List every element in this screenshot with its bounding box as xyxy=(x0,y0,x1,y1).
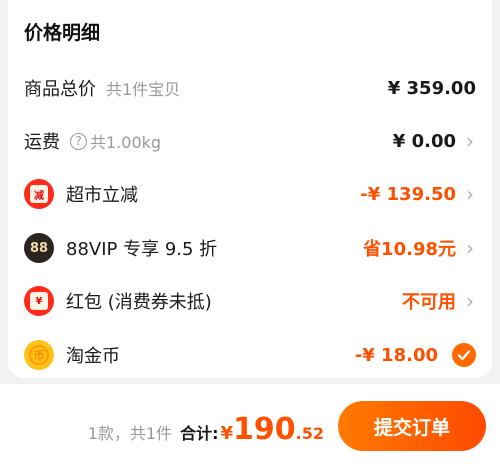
taojinbi-value: -¥ 18.00 xyxy=(354,344,438,366)
help-icon[interactable]: ? xyxy=(70,132,87,150)
red-packet-label: 红包 (消费券未抵) xyxy=(66,292,212,313)
supermarket-discount-label: 超市立减 xyxy=(66,185,138,206)
chevron-right-icon[interactable]: › xyxy=(464,182,476,206)
row-supermarket-discount[interactable]: 减 超市立减 -¥ 139.50 › xyxy=(8,174,492,214)
vip88-saving-value: 省10.98元 xyxy=(363,239,456,260)
row-red-packet[interactable]: ¥ 红包 (消费券未抵) 不可用 › xyxy=(8,281,492,321)
checkmark-icon[interactable] xyxy=(452,343,476,367)
row-shipping[interactable]: 运费 ? 共1.00kg ¥ 0.00 › xyxy=(8,121,492,161)
red-packet-icon: ¥ xyxy=(24,286,54,316)
vip88-label: 88VIP 专享 9.5 折 xyxy=(66,239,218,260)
supermarket-discount-icon: 减 xyxy=(24,179,54,209)
vip88-icon: 88 xyxy=(24,233,54,263)
shipping-value: ¥ 0.00 xyxy=(392,130,456,152)
price-detail-title: 价格明细 xyxy=(24,22,101,44)
bottom-checkout-bar: 1款，共1件 合计: ¥ 190 .52 提交订单 xyxy=(0,384,500,470)
goods-total-value: ¥ 359.00 xyxy=(387,77,476,99)
total-currency: ¥ xyxy=(220,423,234,444)
chevron-right-icon[interactable]: › xyxy=(464,129,476,153)
row-goods-total: 商品总价 共1件宝贝 ¥ 359.00 xyxy=(8,68,492,108)
supermarket-discount-value: -¥ 139.50 xyxy=(360,183,456,205)
goods-count-label: 共1件宝贝 xyxy=(106,80,181,99)
order-summary: 1款，共1件 合计: ¥ 190 .52 xyxy=(88,412,324,447)
price-detail-card: 价格明细 商品总价 共1件宝贝 ¥ 359.00 运费 ? 共1.00kg ¥ … xyxy=(8,0,492,378)
shipping-weight-label: 共1.00kg xyxy=(90,133,162,152)
row-taojinbi[interactable]: 币 淘金币 -¥ 18.00 xyxy=(8,335,492,375)
shipping-label: 运费 xyxy=(24,132,60,153)
total-amount-decimal: .52 xyxy=(295,424,324,443)
taojinbi-coin-icon: 币 xyxy=(24,340,54,370)
total-label: 合计: xyxy=(180,424,219,443)
taojinbi-label: 淘金币 xyxy=(66,346,120,367)
goods-total-label: 商品总价 xyxy=(24,79,96,100)
chevron-right-icon[interactable]: › xyxy=(464,289,476,313)
supermarket-discount-icon-glyph: 减 xyxy=(30,185,48,203)
chevron-right-icon[interactable]: › xyxy=(464,236,476,260)
total-amount-integer: 190 xyxy=(233,412,296,447)
row-88vip[interactable]: 88 88VIP 专享 9.5 折 省10.98元 › xyxy=(8,228,492,268)
red-packet-icon-glyph: ¥ xyxy=(30,292,48,310)
red-packet-value: 不可用 xyxy=(402,292,456,313)
item-count: 1款，共1件 xyxy=(87,424,173,443)
taojinbi-coin-icon-glyph: 币 xyxy=(29,345,49,365)
submit-order-button[interactable]: 提交订单 xyxy=(338,401,486,451)
